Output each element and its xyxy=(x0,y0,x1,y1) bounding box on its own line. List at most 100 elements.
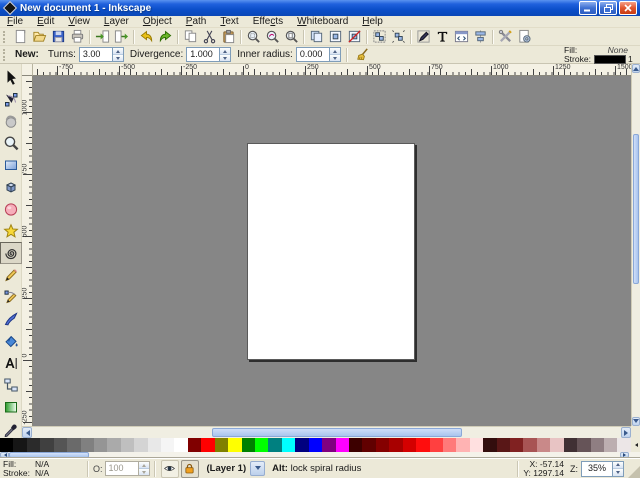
spin-down[interactable] xyxy=(613,468,623,476)
palette-swatch[interactable] xyxy=(443,438,456,452)
reset-defaults-button[interactable] xyxy=(353,46,372,63)
tool-rect[interactable] xyxy=(0,154,22,176)
toolbar-grip[interactable] xyxy=(3,49,7,61)
ungroup-button[interactable] xyxy=(389,28,408,45)
tool-pencil[interactable] xyxy=(0,264,22,286)
save-button[interactable] xyxy=(49,28,68,45)
menu-whiteboard[interactable]: Whiteboard xyxy=(290,16,355,28)
scroll-right-button[interactable] xyxy=(621,427,631,438)
inner-radius-spinbox[interactable]: 0.000 xyxy=(296,47,341,62)
horizontal-scroll-thumb[interactable] xyxy=(212,428,462,437)
palette-swatch[interactable] xyxy=(322,438,335,452)
palette-swatch[interactable] xyxy=(174,438,187,452)
palette-swatch[interactable] xyxy=(67,438,80,452)
tool-selector[interactable] xyxy=(0,66,22,88)
palette-swatch[interactable] xyxy=(0,438,13,452)
zoom-drawing-button[interactable] xyxy=(263,28,282,45)
tool-star[interactable] xyxy=(0,220,22,242)
preferences-button[interactable] xyxy=(496,28,515,45)
paste-button[interactable] xyxy=(219,28,238,45)
palette-swatch[interactable] xyxy=(107,438,120,452)
palette-swatch[interactable] xyxy=(255,438,268,452)
palette-swatch[interactable] xyxy=(215,438,228,452)
palette-swatch[interactable] xyxy=(617,438,630,452)
vertical-scrollbar[interactable] xyxy=(631,64,640,426)
palette-swatch[interactable] xyxy=(54,438,67,452)
palette-swatch[interactable] xyxy=(470,438,483,452)
undo-button[interactable] xyxy=(137,28,156,45)
palette-swatch[interactable] xyxy=(349,438,362,452)
import-button[interactable] xyxy=(93,28,112,45)
tool-text[interactable] xyxy=(0,352,22,374)
zoom-spinbox[interactable]: 35% xyxy=(581,461,624,477)
horizontal-ruler[interactable]: -750-500-2500250500750100012501500 xyxy=(33,64,631,76)
group-button[interactable] xyxy=(370,28,389,45)
opacity-spinbox[interactable]: 100 xyxy=(105,461,150,476)
palette-swatch[interactable] xyxy=(564,438,577,452)
palette-swatch[interactable] xyxy=(456,438,469,452)
palette-swatch[interactable] xyxy=(201,438,214,452)
menu-view[interactable]: View xyxy=(61,16,97,28)
palette-swatch[interactable] xyxy=(148,438,161,452)
turns-spinbox[interactable]: 3.00 xyxy=(79,47,124,62)
palette-swatch[interactable] xyxy=(134,438,147,452)
palette-swatch[interactable] xyxy=(403,438,416,452)
palette-scroll-left-icon[interactable] xyxy=(631,438,640,452)
palette-swatch[interactable] xyxy=(537,438,550,452)
toolbar-grip[interactable] xyxy=(3,31,7,43)
export-button[interactable] xyxy=(112,28,131,45)
palette-swatch[interactable] xyxy=(430,438,443,452)
spin-down[interactable] xyxy=(113,54,123,61)
palette-swatch[interactable] xyxy=(13,438,26,452)
palette-swatch[interactable] xyxy=(497,438,510,452)
palette-swatch[interactable] xyxy=(228,438,241,452)
palette-swatch[interactable] xyxy=(550,438,563,452)
menu-object[interactable]: Object xyxy=(136,16,179,28)
spin-down[interactable] xyxy=(220,54,230,61)
palette-swatch[interactable] xyxy=(282,438,295,452)
menu-effects[interactable]: Effects xyxy=(246,16,290,28)
tool-node[interactable] xyxy=(0,88,22,110)
print-button[interactable] xyxy=(68,28,87,45)
tool-gradient[interactable] xyxy=(0,396,22,418)
layer-dropdown-button[interactable] xyxy=(250,461,265,476)
zoom-page-button[interactable] xyxy=(282,28,301,45)
copy-button[interactable] xyxy=(181,28,200,45)
text-dialog-button[interactable] xyxy=(433,28,452,45)
palette-swatch[interactable] xyxy=(121,438,134,452)
align-button[interactable] xyxy=(471,28,490,45)
tool-pen[interactable] xyxy=(0,286,22,308)
menu-path[interactable]: Path xyxy=(179,16,214,28)
palette-swatch[interactable] xyxy=(483,438,496,452)
horizontal-scrollbar[interactable] xyxy=(22,426,631,438)
divergence-spinbox[interactable]: 1.000 xyxy=(186,47,231,62)
tool-tweak[interactable] xyxy=(0,110,22,132)
palette-swatch[interactable] xyxy=(161,438,174,452)
style-indicator[interactable]: Fill: None Stroke: 1 xyxy=(564,46,636,64)
cut-button[interactable] xyxy=(200,28,219,45)
tool-connector[interactable] xyxy=(0,374,22,396)
document-properties-button[interactable] xyxy=(515,28,534,45)
palette-swatch[interactable] xyxy=(295,438,308,452)
tool-calligraphy[interactable] xyxy=(0,308,22,330)
palette-swatch[interactable] xyxy=(81,438,94,452)
palette-swatch[interactable] xyxy=(188,438,201,452)
tool-dropper[interactable] xyxy=(0,418,22,440)
minimize-button[interactable] xyxy=(579,1,597,15)
scroll-down-button[interactable] xyxy=(632,417,640,426)
palette-swatch[interactable] xyxy=(577,438,590,452)
menu-layer[interactable]: Layer xyxy=(97,16,136,28)
layer-visibility-toggle[interactable] xyxy=(161,460,179,478)
palette-swatch[interactable] xyxy=(389,438,402,452)
clone-button[interactable] xyxy=(326,28,345,45)
tool-box3d[interactable] xyxy=(0,176,22,198)
palette-swatch[interactable] xyxy=(242,438,255,452)
palette-swatch[interactable] xyxy=(523,438,536,452)
restore-button[interactable] xyxy=(599,1,617,15)
tool-zoom[interactable] xyxy=(0,132,22,154)
tool-spiral[interactable] xyxy=(0,242,22,264)
palette-swatch[interactable] xyxy=(40,438,53,452)
palette-swatch[interactable] xyxy=(376,438,389,452)
palette-swatch[interactable] xyxy=(604,438,617,452)
layer-selector[interactable]: (Layer 1) xyxy=(203,461,266,476)
